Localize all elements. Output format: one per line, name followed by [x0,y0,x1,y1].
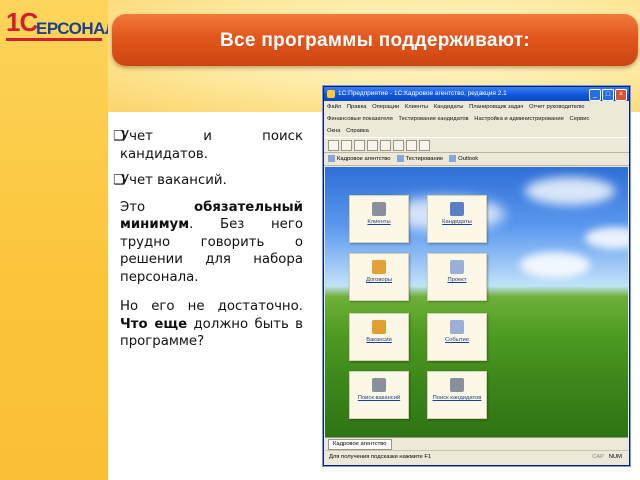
logo-prefix: 1С [6,7,38,37]
copy-icon[interactable] [380,139,391,151]
help-icon[interactable] [419,139,430,151]
menu-item[interactable]: Отчет руководителю [529,104,584,110]
page-title: Все программы поддерживают: [219,30,531,51]
bullet-item: ❑Учет и поиск кандидатов. [113,128,303,163]
company-logo: 1С ЕРСОНАЛ [6,7,117,41]
bullet-marker: ❑ [113,173,125,188]
bullet-1-word-1: Учет [121,129,153,144]
close-icon[interactable]: × [615,89,627,101]
window-titlebar: 1С:Предприятие - 1С:Кадровое агентство, … [324,87,629,101]
numlock-indicator: NUM [608,454,622,460]
candidate-search-icon [450,378,464,392]
menu-item[interactable]: Операции [372,104,399,110]
paste-icon[interactable] [393,139,404,151]
bullet-1-word-3: поиск [262,129,303,144]
testing-icon [396,155,404,163]
caps-indicator: CAP [592,454,604,460]
panel-outlook-button[interactable]: Outlook [449,155,478,163]
new-icon[interactable] [328,139,339,151]
menu-item[interactable]: Окна [327,128,340,134]
panel-testing-button[interactable]: Тестирование [396,155,443,163]
tile-project[interactable]: Проект [427,253,487,301]
event-icon [450,320,464,334]
tab-agency[interactable]: Кадровое агентство [328,439,392,450]
bullet-1-line-2: кандидатов. [120,146,208,162]
maximize-icon[interactable]: □ [602,89,614,101]
vacancies-icon [372,320,386,334]
bullet-2-text: Учет вакансий. [121,173,227,188]
tile-candidates[interactable]: Кандидаты [427,195,487,243]
menu-item[interactable]: Настройка и администрирование [474,116,564,122]
outlook-icon [449,155,457,163]
menu-item[interactable]: Планировщик задач [469,104,523,110]
save-icon[interactable] [354,139,365,151]
menu-bar-row-3: Окна Справка [324,125,629,137]
window-tab-bar: Кадровое агентство [325,437,628,450]
menu-item[interactable]: Финансовые показатели [327,116,393,122]
menu-item[interactable]: Файл [327,104,341,110]
panel-toolbar: Кадровое агентство Тестирование Outlook [324,153,629,166]
tile-contracts[interactable]: Договоры [349,253,409,301]
paragraph-1: Это обязательный минимум. Без него трудн… [120,199,303,285]
tile-vacancy-search[interactable]: Поиск вакансий [349,371,409,419]
app-icon [327,90,335,98]
status-text: Для получения подсказки нажмите F1 [329,454,432,460]
menu-item[interactable]: Сервис [570,116,590,122]
candidates-icon [450,202,464,216]
window-title: 1С:Предприятие - 1С:Кадровое агентство, … [338,90,507,97]
vacancy-search-icon [372,378,386,392]
tile-event[interactable]: Событие [427,313,487,361]
menu-bar-row-2: Финансовые показатели Тестирование канди… [324,113,629,125]
cut-icon[interactable] [367,139,378,151]
menu-item[interactable]: Тестирование кандидатов [398,116,468,122]
tile-vacancies[interactable]: Вакансии [349,313,409,361]
project-icon [450,260,464,274]
menu-item[interactable]: Справка [346,128,369,134]
menu-item[interactable]: Правка [347,104,367,110]
menu-item[interactable]: Кандидаты [434,104,464,110]
paragraph-2: Но его не достаточно. Что еще должно быт… [120,299,303,349]
sidebar-strip: 1С ЕРСОНАЛ [0,0,117,480]
contracts-icon [372,260,386,274]
tile-clients[interactable]: Клиенты [349,195,409,243]
menu-item[interactable]: Клиенты [405,104,428,110]
bullet-marker: ❑ [113,129,125,144]
clients-icon [372,202,386,216]
agency-icon [328,155,335,163]
slide-text: ❑Учет и поиск кандидатов. ❑Учет вакансий… [113,128,303,351]
app-screenshot-window: 1С:Предприятие - 1С:Кадровое агентство, … [323,86,630,466]
bullet-1-word-2: и [203,129,212,144]
bullet-item: ❑Учет вакансий. [113,172,303,190]
minimize-icon[interactable]: _ [589,89,601,101]
toolbar [324,137,629,153]
status-bar: Для получения подсказки нажмите F1 CAP N… [325,450,628,464]
panel-agency-button[interactable]: Кадровое агентство [328,155,391,163]
open-icon[interactable] [341,139,352,151]
print-icon[interactable] [406,139,417,151]
desktop-area: Клиенты Кандидаты Договоры Проект Ваканс… [325,167,628,437]
title-bar: Все программы поддерживают: [112,14,638,66]
logo-underline [6,38,102,41]
menu-bar-row-1: Файл Правка Операции Клиенты Кандидаты П… [324,101,629,113]
logo-text: ЕРСОНАЛ [36,19,117,38]
tile-candidate-search[interactable]: Поиск кандидатов [427,371,487,419]
